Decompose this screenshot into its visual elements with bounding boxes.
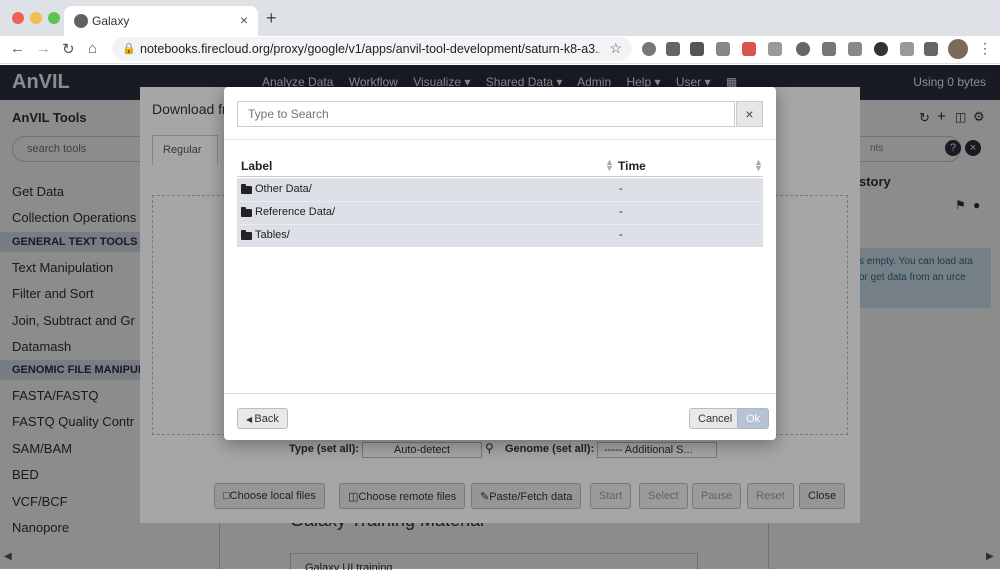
extension-icon[interactable] (666, 42, 680, 56)
column-header-time[interactable]: Time (618, 159, 646, 173)
folder-icon (241, 207, 252, 217)
browser-toolbar: ← → ↻ ⌂ 🔒 notebooks.firecloud.org/proxy/… (0, 36, 1000, 64)
row-label: Tables/ (255, 229, 290, 241)
browser-tab[interactable]: Galaxy × (64, 6, 258, 36)
table-row[interactable]: Reference Data/ - (237, 201, 763, 224)
row-label: Reference Data/ (255, 206, 336, 218)
lock-icon: 🔒 (122, 43, 136, 55)
maximize-window-button[interactable] (48, 12, 60, 24)
home-icon[interactable]: ⌂ (88, 40, 97, 57)
url-text: notebooks.firecloud.org/proxy/google/v1/… (140, 42, 600, 56)
extension-icon[interactable] (848, 42, 862, 56)
row-label: Other Data/ (255, 183, 312, 195)
row-time: - (619, 229, 623, 241)
extension-icon[interactable] (642, 42, 656, 56)
dropbox-icon[interactable] (900, 42, 914, 56)
extension-icon[interactable] (690, 42, 704, 56)
ok-button[interactable]: Ok (737, 408, 770, 429)
kebab-menu-icon[interactable]: ⋮ (978, 40, 992, 57)
globe-icon (74, 14, 88, 28)
row-time: - (619, 206, 623, 218)
sort-icon[interactable]: ▲ ▼ (754, 158, 763, 173)
profile-avatar[interactable] (948, 39, 968, 59)
extension-icon[interactable] (716, 42, 730, 56)
puzzle-icon[interactable] (924, 42, 938, 56)
folder-icon (241, 184, 252, 194)
github-icon[interactable] (874, 42, 888, 56)
extension-icon[interactable] (796, 42, 810, 56)
address-bar[interactable]: 🔒 notebooks.firecloud.org/proxy/google/v… (112, 37, 632, 61)
clear-search-button[interactable]: × (736, 101, 763, 127)
back-arrow-icon[interactable]: ← (10, 40, 25, 57)
bookmark-star-icon[interactable]: ☆ (609, 40, 622, 57)
reload-icon[interactable]: ↻ (62, 40, 75, 58)
table-row[interactable]: Tables/ - (237, 224, 763, 247)
row-time: - (619, 183, 623, 195)
header-divider (224, 139, 776, 140)
new-tab-button[interactable]: + (266, 8, 277, 29)
table-header-rule (237, 176, 763, 177)
close-window-button[interactable] (12, 12, 24, 24)
extension-icon[interactable] (742, 42, 756, 56)
browser-window: Galaxy × + ← → ↻ ⌂ 🔒 notebooks.firecloud… (0, 0, 1000, 570)
back-button[interactable]: ◀ Back (237, 408, 288, 429)
tab-bar: Galaxy × + (0, 0, 1000, 36)
back-button-label: Back (254, 413, 279, 425)
column-header-label[interactable]: Label (241, 159, 272, 173)
remote-search-input[interactable] (237, 101, 735, 127)
tab-close-button[interactable]: × (240, 12, 248, 28)
folder-icon (241, 230, 252, 240)
minimize-window-button[interactable] (30, 12, 42, 24)
extension-icon[interactable] (822, 42, 836, 56)
footer-divider (224, 393, 776, 394)
forward-arrow-icon[interactable]: → (36, 40, 51, 57)
cancel-button[interactable]: Cancel (689, 408, 742, 429)
tab-title: Galaxy (92, 14, 130, 28)
remote-files-modal: × Label ▲▼ Time ▲▼ Other Data/ - Referen… (224, 87, 776, 440)
extension-icon[interactable] (768, 42, 782, 56)
sort-icon[interactable]: ▲ ▼ (605, 158, 614, 173)
table-row[interactable]: Other Data/ - (237, 178, 763, 201)
